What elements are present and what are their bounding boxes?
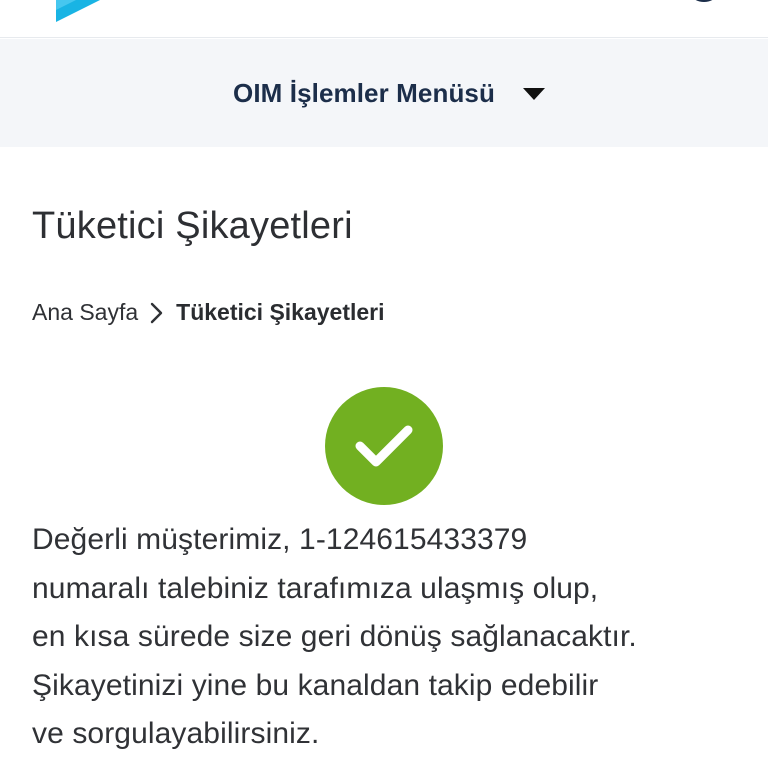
breadcrumb-current: Tüketici Şikayetleri: [176, 299, 385, 325]
page: OIM İşlemler Menüsü Tüketici Şikayetleri…: [0, 0, 768, 768]
message-line: ve sorgulayabilirsiniz.: [32, 717, 320, 750]
message-line: Değerli müşterimiz, 1-124615433379: [32, 523, 528, 556]
breadcrumb: Ana Sayfa Tüketici Şikayetleri: [32, 299, 385, 326]
chevron-right-icon: [150, 302, 163, 323]
brand-logo-icon[interactable]: [56, 0, 100, 22]
message-line: Şikayetinizi yine bu kanaldan takip edeb…: [32, 668, 599, 702]
operations-menu-toggle[interactable]: OIM İşlemler Menüsü: [233, 78, 545, 109]
page-title: Tüketici Şikayetleri: [32, 205, 353, 247]
check-circle-icon: [325, 387, 443, 505]
confirmation-message: Değerli müşterimiz, 1-124615433379 numar…: [32, 516, 752, 759]
operations-menu-bar: OIM İşlemler Menüsü: [0, 39, 768, 147]
top-header: [0, 0, 768, 38]
caret-down-icon[interactable]: [522, 87, 545, 101]
breadcrumb-home-link[interactable]: Ana Sayfa: [32, 299, 138, 326]
profile-icon[interactable]: [684, 0, 724, 4]
operations-menu-label: OIM İşlemler Menüsü: [233, 77, 495, 108]
message-line: en kısa sürede size geri dönüş sağlanaca…: [32, 620, 637, 653]
checkmark-icon: [355, 425, 413, 467]
message-line: numaralı talebiniz tarafımıza ulaşmış ol…: [32, 571, 599, 605]
